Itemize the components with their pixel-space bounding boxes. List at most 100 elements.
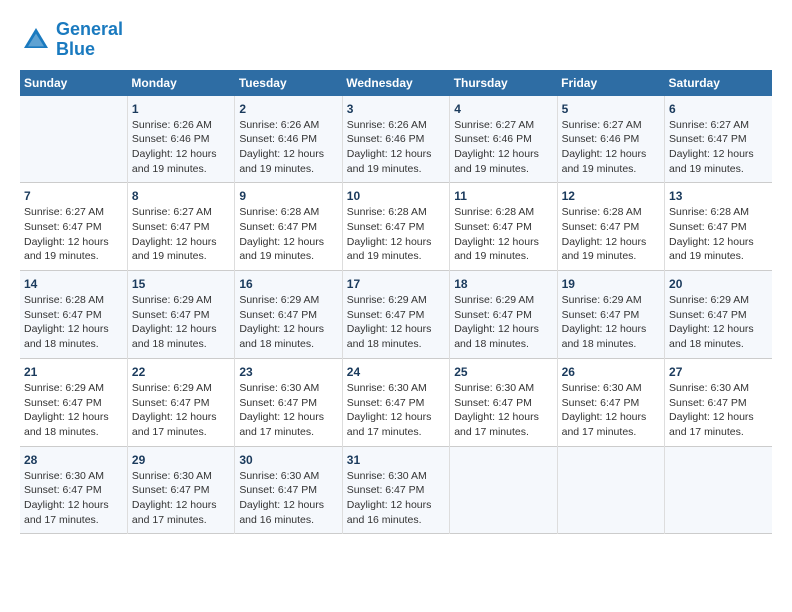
day-info: Sunrise: 6:29 AM Sunset: 6:47 PM Dayligh…	[454, 293, 552, 352]
calendar-cell: 13Sunrise: 6:28 AM Sunset: 6:47 PM Dayli…	[665, 183, 772, 271]
day-info: Sunrise: 6:30 AM Sunset: 6:47 PM Dayligh…	[347, 469, 445, 528]
day-info: Sunrise: 6:29 AM Sunset: 6:47 PM Dayligh…	[24, 381, 123, 440]
day-number: 8	[132, 189, 230, 203]
day-info: Sunrise: 6:28 AM Sunset: 6:47 PM Dayligh…	[562, 205, 660, 264]
header-thursday: Thursday	[450, 70, 557, 96]
day-info: Sunrise: 6:28 AM Sunset: 6:47 PM Dayligh…	[347, 205, 445, 264]
day-number: 2	[239, 102, 337, 116]
day-info: Sunrise: 6:28 AM Sunset: 6:47 PM Dayligh…	[669, 205, 768, 264]
day-info: Sunrise: 6:30 AM Sunset: 6:47 PM Dayligh…	[454, 381, 552, 440]
day-info: Sunrise: 6:27 AM Sunset: 6:46 PM Dayligh…	[454, 118, 552, 177]
calendar-cell: 16 Sunrise: 6:29 AM Sunset: 6:47 PM Dayli…	[235, 271, 342, 359]
day-number: 29	[132, 453, 230, 467]
calendar-cell: 19 Sunrise: 6:29 AM Sunset: 6:47 PM Dayli…	[557, 271, 664, 359]
day-number: 14	[24, 277, 123, 291]
day-info: Sunrise: 6:30 AM Sunset: 6:47 PM Dayligh…	[24, 469, 123, 528]
day-number: 18	[454, 277, 552, 291]
day-number: 11	[454, 189, 552, 203]
calendar-week-row: 14 Sunrise: 6:28 AM Sunset: 6:47 PM Dayli…	[20, 271, 772, 359]
day-number: 27	[669, 365, 768, 379]
day-number: 4	[454, 102, 552, 116]
calendar-table: SundayMondayTuesdayWednesdayThursdayFrid…	[20, 70, 772, 535]
calendar-cell: 4 Sunrise: 6:27 AM Sunset: 6:46 PM Daylig…	[450, 96, 557, 183]
calendar-cell: 7 Sunrise: 6:27 AM Sunset: 6:47 PM Daylig…	[20, 183, 127, 271]
day-info: Sunrise: 6:28 AM Sunset: 6:47 PM Dayligh…	[24, 293, 123, 352]
calendar-cell: 1Sunrise: 6:26 AM Sunset: 6:46 PM Daylig…	[127, 96, 234, 183]
day-info: Sunrise: 6:26 AM Sunset: 6:46 PM Dayligh…	[347, 118, 445, 177]
logo-text: General Blue	[56, 20, 123, 60]
day-number: 7	[24, 189, 123, 203]
day-number: 6	[669, 102, 768, 116]
day-info: Sunrise: 6:29 AM Sunset: 6:47 PM Dayligh…	[239, 293, 337, 352]
day-info: Sunrise: 6:30 AM Sunset: 6:47 PM Dayligh…	[347, 381, 445, 440]
day-number: 25	[454, 365, 552, 379]
calendar-cell: 12 Sunrise: 6:28 AM Sunset: 6:47 PM Dayli…	[557, 183, 664, 271]
day-number: 31	[347, 453, 445, 467]
day-number: 23	[239, 365, 337, 379]
calendar-cell: 5 Sunrise: 6:27 AM Sunset: 6:46 PM Daylig…	[557, 96, 664, 183]
day-number: 3	[347, 102, 445, 116]
calendar-week-row: 1Sunrise: 6:26 AM Sunset: 6:46 PM Daylig…	[20, 96, 772, 183]
day-info: Sunrise: 6:30 AM Sunset: 6:47 PM Dayligh…	[239, 381, 337, 440]
calendar-cell: 31 Sunrise: 6:30 AM Sunset: 6:47 PM Dayli…	[342, 446, 449, 534]
calendar-cell: 20 Sunrise: 6:29 AM Sunset: 6:47 PM Dayli…	[665, 271, 772, 359]
day-info: Sunrise: 6:30 AM Sunset: 6:47 PM Dayligh…	[132, 469, 230, 528]
header-saturday: Saturday	[665, 70, 772, 96]
day-info: Sunrise: 6:30 AM Sunset: 6:47 PM Dayligh…	[239, 469, 337, 528]
calendar-cell: 11Sunrise: 6:28 AM Sunset: 6:47 PM Dayli…	[450, 183, 557, 271]
calendar-cell: 10 Sunrise: 6:28 AM Sunset: 6:47 PM Dayli…	[342, 183, 449, 271]
calendar-cell: 29 Sunrise: 6:30 AM Sunset: 6:47 PM Dayli…	[127, 446, 234, 534]
calendar-cell	[20, 96, 127, 183]
calendar-cell: 2Sunrise: 6:26 AM Sunset: 6:46 PM Daylig…	[235, 96, 342, 183]
day-number: 30	[239, 453, 337, 467]
calendar-cell: 27Sunrise: 6:30 AM Sunset: 6:47 PM Dayli…	[665, 358, 772, 446]
calendar-cell: 3 Sunrise: 6:26 AM Sunset: 6:46 PM Daylig…	[342, 96, 449, 183]
day-number: 15	[132, 277, 230, 291]
calendar-cell	[665, 446, 772, 534]
day-info: Sunrise: 6:28 AM Sunset: 6:47 PM Dayligh…	[239, 205, 337, 264]
day-number: 28	[24, 453, 123, 467]
calendar-week-row: 28 Sunrise: 6:30 AM Sunset: 6:47 PM Dayli…	[20, 446, 772, 534]
day-number: 9	[239, 189, 337, 203]
calendar-cell: 21Sunrise: 6:29 AM Sunset: 6:47 PM Dayli…	[20, 358, 127, 446]
calendar-cell: 14 Sunrise: 6:28 AM Sunset: 6:47 PM Dayli…	[20, 271, 127, 359]
day-info: Sunrise: 6:29 AM Sunset: 6:47 PM Dayligh…	[132, 293, 230, 352]
day-number: 5	[562, 102, 660, 116]
day-info: Sunrise: 6:27 AM Sunset: 6:47 PM Dayligh…	[132, 205, 230, 264]
calendar-cell: 23 Sunrise: 6:30 AM Sunset: 6:47 PM Dayli…	[235, 358, 342, 446]
calendar-cell: 8 Sunrise: 6:27 AM Sunset: 6:47 PM Daylig…	[127, 183, 234, 271]
day-number: 16	[239, 277, 337, 291]
day-info: Sunrise: 6:27 AM Sunset: 6:47 PM Dayligh…	[669, 118, 768, 177]
day-number: 22	[132, 365, 230, 379]
day-info: Sunrise: 6:27 AM Sunset: 6:47 PM Dayligh…	[24, 205, 123, 264]
calendar-cell: 9 Sunrise: 6:28 AM Sunset: 6:47 PM Daylig…	[235, 183, 342, 271]
day-number: 24	[347, 365, 445, 379]
calendar-cell: 6 Sunrise: 6:27 AM Sunset: 6:47 PM Daylig…	[665, 96, 772, 183]
day-info: Sunrise: 6:29 AM Sunset: 6:47 PM Dayligh…	[347, 293, 445, 352]
calendar-cell: 26Sunrise: 6:30 AM Sunset: 6:47 PM Dayli…	[557, 358, 664, 446]
day-info: Sunrise: 6:27 AM Sunset: 6:46 PM Dayligh…	[562, 118, 660, 177]
day-number: 19	[562, 277, 660, 291]
calendar-week-row: 21Sunrise: 6:29 AM Sunset: 6:47 PM Dayli…	[20, 358, 772, 446]
day-info: Sunrise: 6:29 AM Sunset: 6:47 PM Dayligh…	[669, 293, 768, 352]
day-info: Sunrise: 6:29 AM Sunset: 6:47 PM Dayligh…	[562, 293, 660, 352]
logo: General Blue	[20, 20, 123, 60]
day-number: 12	[562, 189, 660, 203]
calendar-week-row: 7 Sunrise: 6:27 AM Sunset: 6:47 PM Daylig…	[20, 183, 772, 271]
header-friday: Friday	[557, 70, 664, 96]
calendar-cell	[450, 446, 557, 534]
calendar-cell: 18 Sunrise: 6:29 AM Sunset: 6:47 PM Dayli…	[450, 271, 557, 359]
day-number: 10	[347, 189, 445, 203]
calendar-cell: 22Sunrise: 6:29 AM Sunset: 6:47 PM Dayli…	[127, 358, 234, 446]
calendar-cell	[557, 446, 664, 534]
calendar-cell: 30 Sunrise: 6:30 AM Sunset: 6:47 PM Dayli…	[235, 446, 342, 534]
header-sunday: Sunday	[20, 70, 127, 96]
header-monday: Monday	[127, 70, 234, 96]
calendar-cell: 15 Sunrise: 6:29 AM Sunset: 6:47 PM Dayli…	[127, 271, 234, 359]
header-tuesday: Tuesday	[235, 70, 342, 96]
header-wednesday: Wednesday	[342, 70, 449, 96]
logo-icon	[20, 24, 52, 56]
calendar-cell: 17 Sunrise: 6:29 AM Sunset: 6:47 PM Dayli…	[342, 271, 449, 359]
day-number: 17	[347, 277, 445, 291]
day-number: 20	[669, 277, 768, 291]
